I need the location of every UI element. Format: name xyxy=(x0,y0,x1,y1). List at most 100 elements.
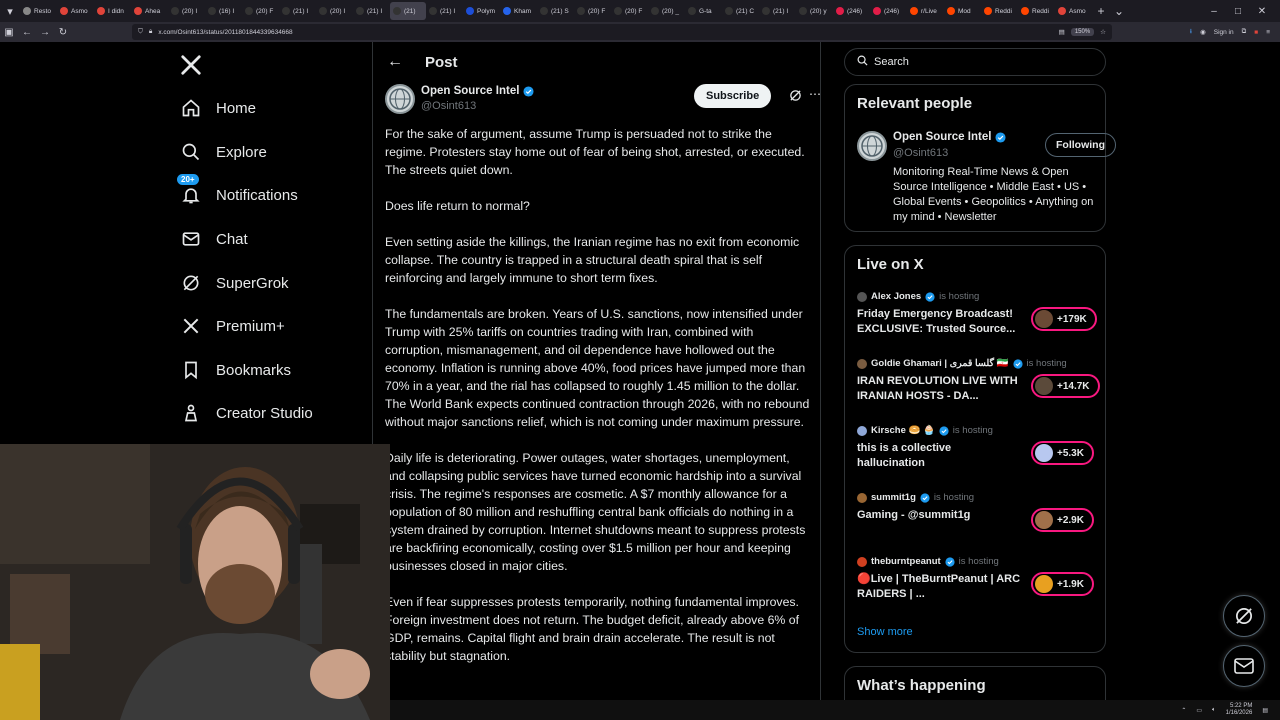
sidebar-toggle-icon[interactable]: ▣ xyxy=(0,27,18,38)
browser-tab[interactable]: (21) I xyxy=(759,2,796,20)
live-item[interactable]: Alex Jones is hosting Friday Emergency Bro… xyxy=(857,291,1097,347)
taskbar-clock[interactable]: 5:22 PM 1/16/2026 xyxy=(1226,703,1253,717)
live-title: this is a collective hallucination xyxy=(857,442,952,469)
reload-icon[interactable]: ↻ xyxy=(54,27,72,38)
forward-icon[interactable]: → xyxy=(36,27,54,38)
new-tab-button[interactable]: + xyxy=(1092,4,1110,18)
browser-tab[interactable]: (21) I xyxy=(353,2,390,20)
notification-icon[interactable]: ▤ xyxy=(1262,707,1268,714)
author-name[interactable]: Open Source Intel xyxy=(421,85,534,97)
browser-tab[interactable]: I didn xyxy=(94,2,131,20)
tab-list-icon[interactable]: ▾ xyxy=(0,0,20,22)
close-icon[interactable]: ✕ xyxy=(1252,6,1272,17)
extension-red-icon[interactable]: ■ xyxy=(1254,29,1258,36)
browser-tab[interactable]: (246) xyxy=(833,2,870,20)
live-listener-pill[interactable]: +179K xyxy=(1031,307,1097,331)
network-icon[interactable]: ▭ xyxy=(1196,707,1202,714)
live-item[interactable]: theburntpeanut is hosting 🔴Live | TheBurnt… xyxy=(857,556,1097,612)
minimize-icon[interactable]: – xyxy=(1204,6,1224,17)
grok-fab-button[interactable] xyxy=(1223,595,1265,637)
tab-favicon-icon xyxy=(836,7,844,15)
subscribe-button[interactable]: Subscribe xyxy=(694,84,772,108)
browser-tab[interactable]: (20) y xyxy=(796,2,833,20)
tab-favicon-icon xyxy=(356,7,364,15)
browser-tab[interactable]: (20) I xyxy=(168,2,205,20)
sidebar-item-supergrok[interactable]: SuperGrok xyxy=(180,269,289,297)
shield-icon: ⛉ xyxy=(138,28,143,35)
live-listener-pill[interactable]: +14.7K xyxy=(1031,374,1100,398)
x-logo-icon[interactable] xyxy=(180,54,202,83)
sidebar-item-chat[interactable]: Chat xyxy=(180,225,248,253)
download-icon[interactable]: ⭳ xyxy=(1190,27,1192,38)
browser-tab[interactable]: (20) F xyxy=(611,2,648,20)
live-title: IRAN REVOLUTION LIVE WITH IRANIAN HOSTS … xyxy=(857,375,1018,402)
sidebar-item-label: Creator Studio xyxy=(216,404,313,422)
browser-tab[interactable]: (16) I xyxy=(205,2,242,20)
browser-tab[interactable]: G-ta xyxy=(685,2,722,20)
browser-tab[interactable]: (21) I xyxy=(279,2,316,20)
avatar[interactable] xyxy=(385,84,415,114)
zoom-level[interactable]: 150% xyxy=(1070,28,1095,36)
browser-tab[interactable]: (20) F xyxy=(574,2,611,20)
sidebar-item-home[interactable]: Home xyxy=(180,94,256,122)
avatar[interactable] xyxy=(857,131,887,161)
browser-tab[interactable]: (20) F xyxy=(242,2,279,20)
menu-icon[interactable]: ≡ xyxy=(1266,29,1270,36)
author-handle[interactable]: @Osint613 xyxy=(421,100,476,112)
browser-tab[interactable]: Reddi xyxy=(981,2,1018,20)
tray-chevron-icon[interactable]: ⌃ xyxy=(1181,707,1186,714)
account-icon[interactable]: ◉ xyxy=(1200,28,1206,36)
browser-tab[interactable]: Ahea xyxy=(131,2,168,20)
browser-tab[interactable]: (20) _ xyxy=(648,2,685,20)
browser-tab[interactable]: (21) S xyxy=(537,2,574,20)
live-listener-pill[interactable]: +5.3K xyxy=(1031,441,1094,465)
relevant-person-handle[interactable]: @Osint613 xyxy=(893,147,948,159)
browser-tab[interactable]: Polym xyxy=(463,2,500,20)
maximize-icon[interactable]: □ xyxy=(1228,6,1248,17)
sidebar-item-bookmarks[interactable]: Bookmarks xyxy=(180,356,291,384)
sidebar-item-notifications[interactable]: 20+ Notifications xyxy=(177,174,298,209)
volume-icon[interactable]: 🔈︎ xyxy=(1212,707,1216,714)
live-listener-pill[interactable]: +2.9K xyxy=(1031,508,1094,532)
browser-tab[interactable]: Asmo xyxy=(57,2,94,20)
pill-avatar xyxy=(1035,575,1053,593)
browser-tab[interactable]: Mod xyxy=(944,2,981,20)
tab-overflow-icon[interactable]: ⌄ xyxy=(1110,4,1128,18)
browser-tab[interactable]: (246) xyxy=(870,2,907,20)
browser-tab[interactable]: Resto xyxy=(20,2,57,20)
following-button[interactable]: Following xyxy=(1045,133,1116,157)
sidebar-item-creator-studio[interactable]: Creator Studio xyxy=(180,399,313,427)
more-options-icon[interactable]: ⋯ xyxy=(809,87,820,101)
grok-icon[interactable] xyxy=(789,89,802,105)
browser-tab[interactable]: (21) C xyxy=(722,2,759,20)
extensions-icon[interactable]: ⧉ xyxy=(1242,28,1247,36)
sidebar-item-premium[interactable]: Premium+ xyxy=(180,312,285,340)
listener-count: +2.9K xyxy=(1057,514,1084,526)
browser-tab[interactable]: (21) I xyxy=(426,2,463,20)
browser-tab[interactable]: (21) xyxy=(390,2,426,20)
back-icon[interactable]: ← xyxy=(18,27,36,38)
tab-label: (21) I xyxy=(440,7,456,15)
browser-tab[interactable]: r/Live xyxy=(907,2,944,20)
bookmark-star-icon[interactable]: ☆ xyxy=(1100,28,1106,36)
live-item[interactable]: Kirsche 🥯 🧁 is hosting this is a collectiv… xyxy=(857,425,1097,481)
tab-favicon-icon xyxy=(1058,7,1066,15)
browser-tab[interactable]: Asmo xyxy=(1055,2,1092,20)
relevant-person-name[interactable]: Open Source Intel xyxy=(893,131,1006,143)
browser-tab[interactable]: (20) I xyxy=(316,2,353,20)
back-arrow-icon[interactable]: ← xyxy=(387,53,403,71)
live-item[interactable]: Goldie Ghamari | گلسا قمری 🇮🇷 is hosting I… xyxy=(857,358,1100,414)
search-input[interactable]: Search xyxy=(844,48,1106,76)
browser-tab[interactable]: Reddi xyxy=(1018,2,1055,20)
live-listener-pill[interactable]: +1.9K xyxy=(1031,572,1094,596)
show-more-link[interactable]: Show more xyxy=(857,626,913,638)
tab-label: Reddi xyxy=(995,7,1012,15)
live-item[interactable]: summit1g is hosting Gaming - @summit1g +2.9… xyxy=(857,492,1097,548)
sidebar-item-explore[interactable]: Explore xyxy=(180,138,267,166)
browser-tab[interactable]: Kham xyxy=(500,2,537,20)
sign-in-link[interactable]: Sign in xyxy=(1214,29,1234,36)
tab-favicon-icon xyxy=(651,7,659,15)
messages-fab-button[interactable] xyxy=(1223,645,1265,687)
url-bar[interactable]: ⛉ 🔒︎ x.com/Osint613/status/2011801844339… xyxy=(132,24,1112,40)
reader-view-icon[interactable]: ▤ xyxy=(1059,28,1065,36)
